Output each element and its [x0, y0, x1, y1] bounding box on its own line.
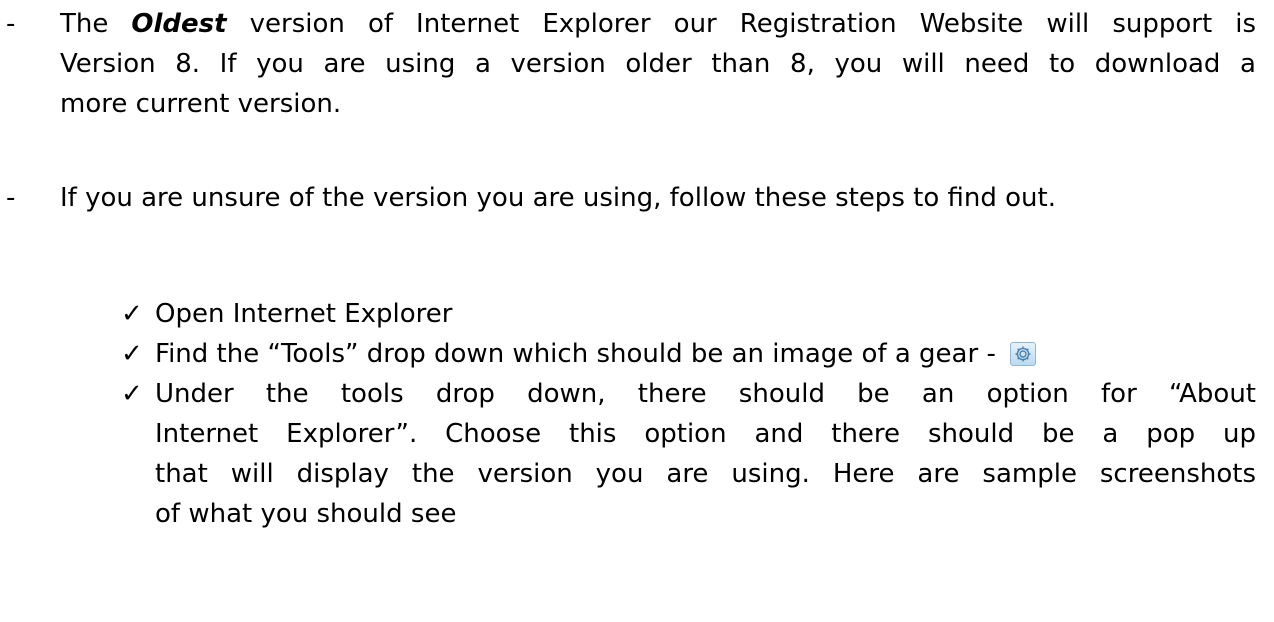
- document-page: - The Oldest version of Internet Explore…: [0, 0, 1274, 622]
- paragraph-line: Version 8. If you are using a version ol…: [60, 49, 1256, 79]
- step-line: of what you should see: [155, 499, 457, 529]
- step-text: Under the tools drop down, there should …: [155, 374, 1256, 534]
- step-line: that will display the version you are us…: [155, 459, 1256, 489]
- step-text: Open Internet Explorer: [155, 294, 1256, 334]
- paragraph-text: If you are unsure of the version you are…: [60, 178, 1256, 218]
- dash-bullet: -: [6, 9, 16, 39]
- step-line: Under the tools drop down, there should …: [155, 379, 1256, 409]
- paragraph-line: If you are unsure of the version you are…: [60, 183, 1056, 213]
- paragraph-line: The Oldest version of Internet Explorer …: [60, 9, 1256, 39]
- gear-icon: [1010, 342, 1037, 366]
- checkmark-icon: ✓: [121, 339, 143, 369]
- checkmark-icon: ✓: [121, 379, 143, 409]
- step-text: Find the “Tools” drop down which should …: [155, 334, 1256, 374]
- emphasis-oldest: Oldest: [131, 9, 227, 39]
- paragraph-text: The Oldest version of Internet Explorer …: [60, 4, 1256, 124]
- checkmark-icon: ✓: [121, 299, 143, 329]
- step-line: Open Internet Explorer: [155, 299, 453, 329]
- dash-bullet: -: [6, 183, 16, 213]
- step-line: Internet Explorer”. Choose this option a…: [155, 419, 1256, 449]
- step-line: Find the “Tools” drop down which should …: [155, 334, 1256, 374]
- paragraph-line: more current version.: [60, 89, 342, 119]
